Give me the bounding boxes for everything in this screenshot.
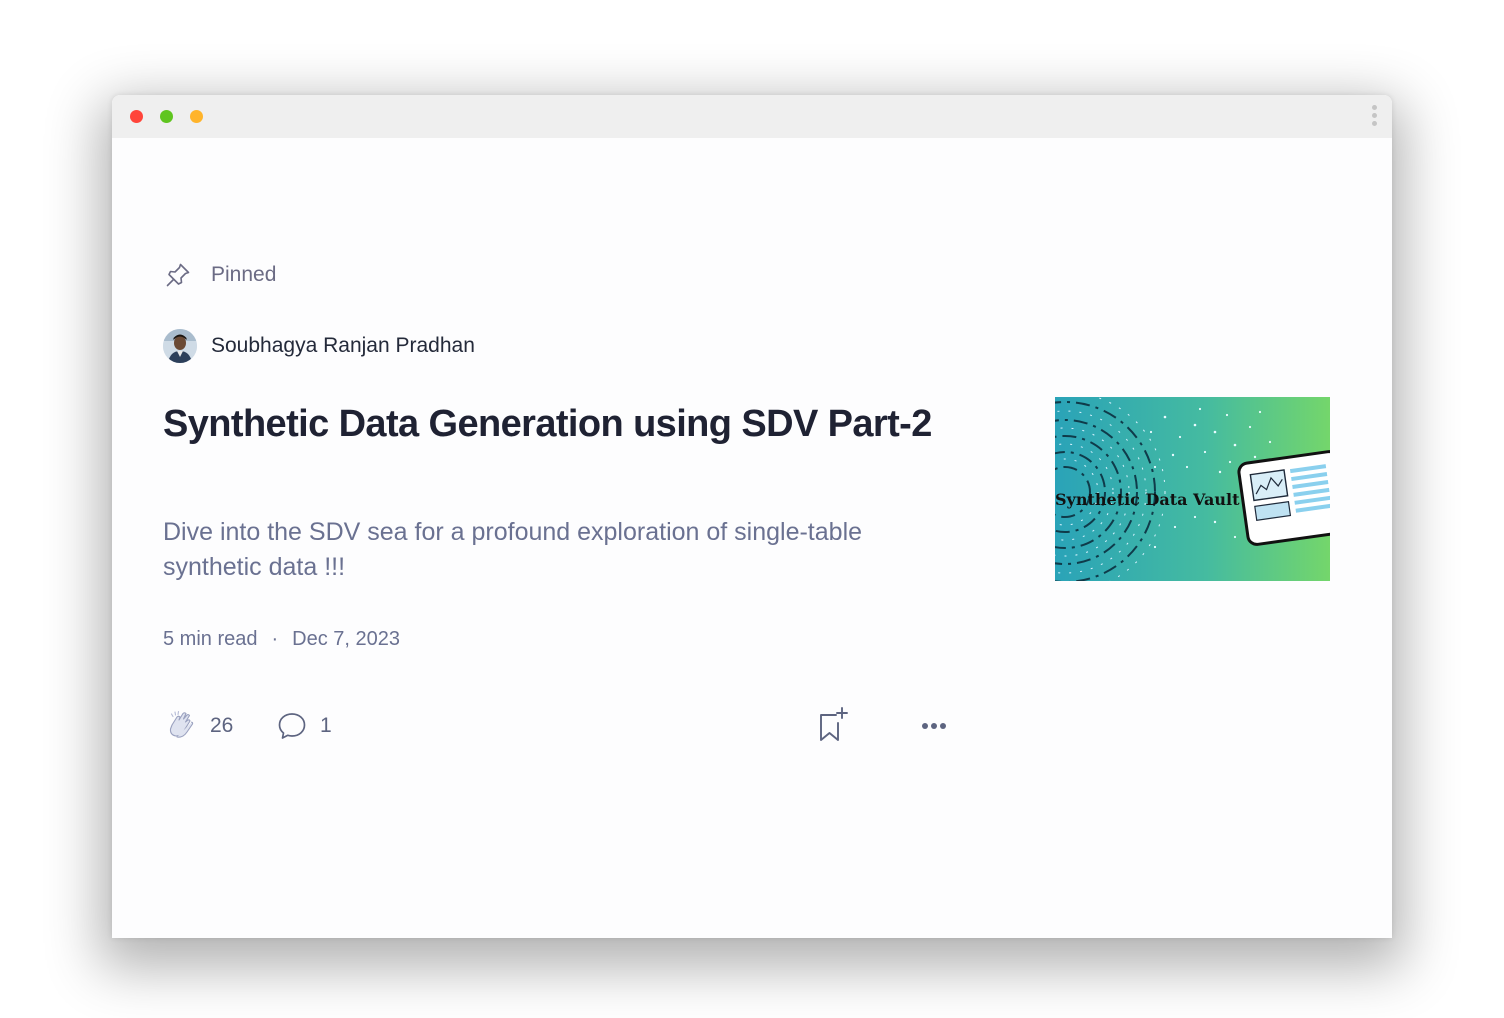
publish-date: Dec 7, 2023 bbox=[292, 627, 401, 650]
author-byline[interactable]: Soubhagya Ranjan Pradhan bbox=[163, 329, 475, 363]
author-name[interactable]: Soubhagya Ranjan Pradhan bbox=[211, 334, 475, 358]
read-time: 5 min read bbox=[163, 627, 258, 650]
bookmark-add-icon[interactable] bbox=[815, 706, 851, 746]
pinned-label: Pinned bbox=[211, 263, 277, 286]
author-avatar[interactable] bbox=[163, 329, 197, 363]
window-titlebar bbox=[112, 95, 1392, 138]
post-preview-card[interactable]: Pinned Soubhagya Ranjan Pradhan Syntheti… bbox=[112, 138, 1392, 938]
responses-count: 1 bbox=[320, 714, 332, 737]
thumbnail-image[interactable]: Synthetic Data Vault bbox=[1055, 397, 1330, 581]
meta-separator: · bbox=[271, 627, 279, 650]
responses-button[interactable]: 1 bbox=[275, 706, 332, 746]
clap-button[interactable]: 26 bbox=[163, 706, 233, 746]
post-meta: 5 min read · Dec 7, 2023 bbox=[163, 625, 400, 653]
post-thumbnail[interactable]: Synthetic Data Vault bbox=[1055, 397, 1330, 581]
speech-bubble-icon[interactable] bbox=[275, 709, 309, 743]
close-window-button[interactable] bbox=[130, 110, 143, 123]
post-actions: 26 1 bbox=[163, 706, 963, 746]
clap-icon[interactable] bbox=[163, 707, 201, 745]
clap-count: 26 bbox=[210, 714, 234, 737]
pinned-indicator: Pinned bbox=[164, 260, 276, 290]
post-subtitle[interactable]: Dive into the SDV sea for a profound exp… bbox=[163, 515, 963, 585]
more-dots-icon[interactable] bbox=[919, 714, 951, 738]
browser-window: Pinned Soubhagya Ranjan Pradhan Syntheti… bbox=[112, 95, 1392, 938]
vertical-dots-icon[interactable] bbox=[1372, 105, 1378, 129]
pin-icon bbox=[166, 263, 190, 287]
minimize-window-button[interactable] bbox=[160, 110, 173, 123]
post-title[interactable]: Synthetic Data Generation using SDV Part… bbox=[163, 398, 963, 450]
thumbnail-caption: Synthetic Data Vault bbox=[1055, 490, 1240, 509]
maximize-window-button[interactable] bbox=[190, 110, 203, 123]
